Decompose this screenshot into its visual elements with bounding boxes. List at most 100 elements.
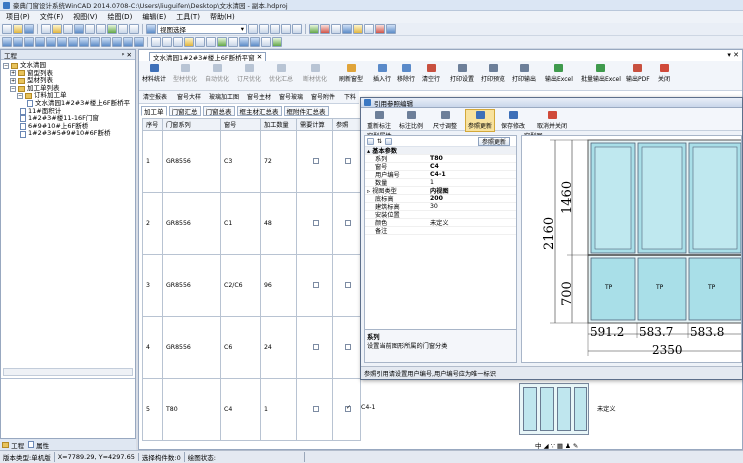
sash-icon[interactable] (57, 37, 67, 47)
print-output-button[interactable]: 打印输出 (512, 64, 536, 83)
table-row[interactable]: 2 GR8556 C1 48 (142, 192, 361, 255)
ref-checkbox[interactable] (345, 220, 351, 226)
menu-project[interactable]: 项目(P) (6, 12, 30, 22)
property-value[interactable]: C4 (427, 163, 516, 170)
property-value[interactable]: 内视图 (427, 186, 516, 195)
property-value[interactable]: T80 (427, 155, 516, 162)
grid-icon[interactable] (107, 24, 117, 34)
tree-node-profiles[interactable]: + 型材列表 (3, 77, 133, 85)
cell-calc[interactable] (296, 316, 333, 379)
mirror-icon[interactable] (353, 24, 363, 34)
copy-icon[interactable] (63, 24, 73, 34)
print-setup-button[interactable]: 打印设置 (450, 64, 474, 83)
column-header[interactable]: 加工数量 (260, 118, 297, 131)
property-value[interactable]: 200 (427, 195, 516, 202)
cell-ref[interactable] (332, 192, 361, 255)
zoom-out-icon[interactable] (259, 24, 269, 34)
tab-frame-material[interactable]: 框主材汇总表 (236, 106, 282, 116)
dimension-icon[interactable] (195, 37, 205, 47)
calc-checkbox[interactable] (313, 406, 319, 412)
menu-help[interactable]: 帮助(H) (210, 12, 235, 22)
tree-node-window-types[interactable]: + 窗型列表 (3, 69, 133, 78)
rotate-icon[interactable] (342, 24, 352, 34)
lock-icon[interactable] (173, 37, 183, 47)
property-update-button[interactable]: 参照更新 (477, 136, 510, 146)
cell-qty[interactable]: 24 (260, 316, 297, 379)
table-icon[interactable] (134, 37, 144, 47)
close-tab-icon[interactable]: ✕ (257, 53, 262, 61)
expand-icon[interactable]: + (10, 70, 16, 77)
hinge-icon[interactable] (151, 37, 161, 47)
glass-icon[interactable] (68, 37, 78, 47)
batch-excel-button[interactable]: 批量输出Excel (581, 64, 621, 83)
line-icon[interactable] (309, 24, 319, 34)
glass-drawing-button[interactable]: 玻璃加工图 (209, 92, 239, 101)
move-icon[interactable] (331, 24, 341, 34)
cell-qty[interactable]: 96 (260, 254, 297, 317)
tab-properties[interactable]: 属性 (28, 440, 49, 450)
new-icon[interactable] (2, 24, 12, 34)
cell-ref[interactable] (332, 130, 361, 193)
print-icon[interactable] (41, 24, 51, 34)
tree-node-root[interactable]: − 文水清园 (3, 61, 133, 70)
calc-checkbox[interactable] (313, 158, 319, 164)
menu-draw[interactable]: 绘图(D) (107, 12, 132, 22)
close-report-button[interactable]: 关闭 (658, 64, 670, 83)
material-stats-button[interactable]: 材料统计 (142, 64, 166, 83)
tree-node-orders[interactable]: − 加工单列表 (3, 84, 133, 93)
cell-qty[interactable]: 1 (260, 378, 297, 441)
stop-icon[interactable] (375, 24, 385, 34)
ref-checkbox[interactable] (345, 282, 351, 288)
refresh-window-button[interactable]: 刷新窗型 (339, 64, 363, 83)
re-dimension-button[interactable]: 重新标注 (367, 111, 391, 130)
info-icon[interactable] (386, 24, 396, 34)
paste-icon[interactable] (74, 24, 84, 34)
arc-icon[interactable] (101, 37, 111, 47)
close-document-icon[interactable]: ▾ ✕ (727, 51, 739, 59)
save-icon[interactable] (24, 24, 34, 34)
view-select[interactable]: 视图选择 ▾ (157, 24, 247, 34)
horizontal-scrollbar[interactable] (3, 368, 133, 376)
collapse-icon[interactable]: − (10, 85, 16, 92)
profile-optimize-button[interactable]: 型材优化 (173, 64, 197, 83)
cell-calc[interactable] (296, 130, 333, 193)
window-accessory-button[interactable]: 窗号附件 (311, 92, 335, 101)
row5-color[interactable]: 未定义 (597, 404, 616, 413)
table-row[interactable]: 5 T80 C4 1 (142, 378, 361, 441)
menu-edit[interactable]: 编辑(E) (142, 12, 166, 22)
cell-code[interactable]: C4 (220, 378, 261, 441)
cell-ref[interactable] (332, 316, 361, 379)
delete-icon[interactable] (320, 24, 330, 34)
cutting-button[interactable]: 下料 (344, 92, 356, 101)
property-value[interactable]: C4-1 (427, 171, 516, 178)
insert-row-button[interactable]: 插入行 (373, 64, 391, 83)
calc-checkbox[interactable] (313, 344, 319, 350)
zoom-in-icon[interactable] (248, 24, 258, 34)
collapse-icon[interactable]: − (3, 62, 9, 69)
arrow-icon[interactable] (217, 37, 227, 47)
print-preview-button[interactable]: 打印预览 (481, 64, 505, 83)
zoom-all-icon[interactable] (281, 24, 291, 34)
cell-code[interactable]: C2/C6 (220, 254, 261, 317)
export-icon[interactable] (272, 37, 282, 47)
pointer-icon[interactable] (118, 24, 128, 34)
window-tool-icon[interactable] (2, 37, 12, 47)
window-main-material-button[interactable]: 窗号主材 (247, 92, 271, 101)
property-value[interactable]: 未定义 (427, 218, 516, 227)
calc-icon[interactable] (250, 37, 260, 47)
cell-calc[interactable] (296, 192, 333, 255)
door-tool-icon[interactable] (13, 37, 23, 47)
text-icon[interactable] (206, 37, 216, 47)
cell-ref[interactable] (332, 378, 361, 441)
layer-icon[interactable] (129, 24, 139, 34)
cell-series[interactable]: GR8556 (162, 316, 221, 379)
scrap-optimize-button[interactable]: 断材优化 (303, 64, 327, 83)
menu-view[interactable]: 视图(V) (73, 12, 97, 22)
tab-project[interactable]: 工程 (2, 440, 24, 450)
folder-icon[interactable] (52, 24, 62, 34)
measure-icon[interactable] (364, 24, 374, 34)
zoom-window-icon[interactable] (270, 24, 280, 34)
cell-series[interactable]: GR8556 (162, 254, 221, 317)
transom-icon[interactable] (46, 37, 56, 47)
ref-checkbox[interactable] (345, 344, 351, 350)
